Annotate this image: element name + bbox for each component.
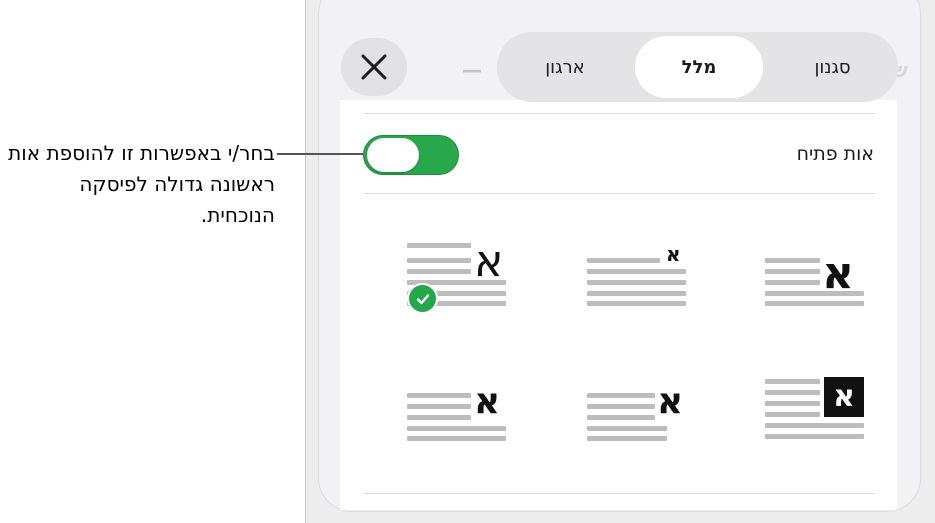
style-4-glyph: א: [833, 379, 855, 414]
style-2-glyph: א: [666, 242, 681, 266]
close-icon: [361, 54, 387, 80]
drop-cap-style-5[interactable]: א: [582, 372, 692, 447]
close-button[interactable]: [341, 38, 407, 96]
drop-cap-toggle[interactable]: [363, 135, 459, 175]
callout-text: בחר/י באפשרות זו להוספת אות ראשונה גדולה…: [8, 141, 275, 227]
drop-cap-style-6[interactable]: א: [402, 372, 512, 447]
tab-text[interactable]: מלל: [635, 36, 763, 98]
selected-check-icon: [407, 283, 438, 314]
tab-arrange[interactable]: ארגון: [505, 36, 625, 98]
drop-cap-label: אות פתיח: [796, 143, 874, 165]
drop-cap-style-1[interactable]: א: [760, 240, 870, 310]
row-divider: [364, 193, 875, 194]
drop-cap-style-2[interactable]: א: [582, 240, 692, 310]
top-divider: [364, 113, 875, 114]
toggle-knob: [367, 138, 419, 172]
style-6-glyph: א: [474, 381, 501, 422]
bottom-divider: [364, 493, 875, 494]
style-4-box: א: [824, 377, 864, 417]
callout-leader-line: [277, 153, 363, 155]
drop-cap-style-4[interactable]: א: [760, 372, 870, 447]
style-1-glyph: א: [822, 248, 855, 299]
style-5-glyph: א: [657, 381, 684, 422]
style-3-glyph: א: [474, 236, 504, 287]
tab-style[interactable]: סגנון: [775, 36, 890, 98]
bg-minus: —: [462, 58, 482, 82]
